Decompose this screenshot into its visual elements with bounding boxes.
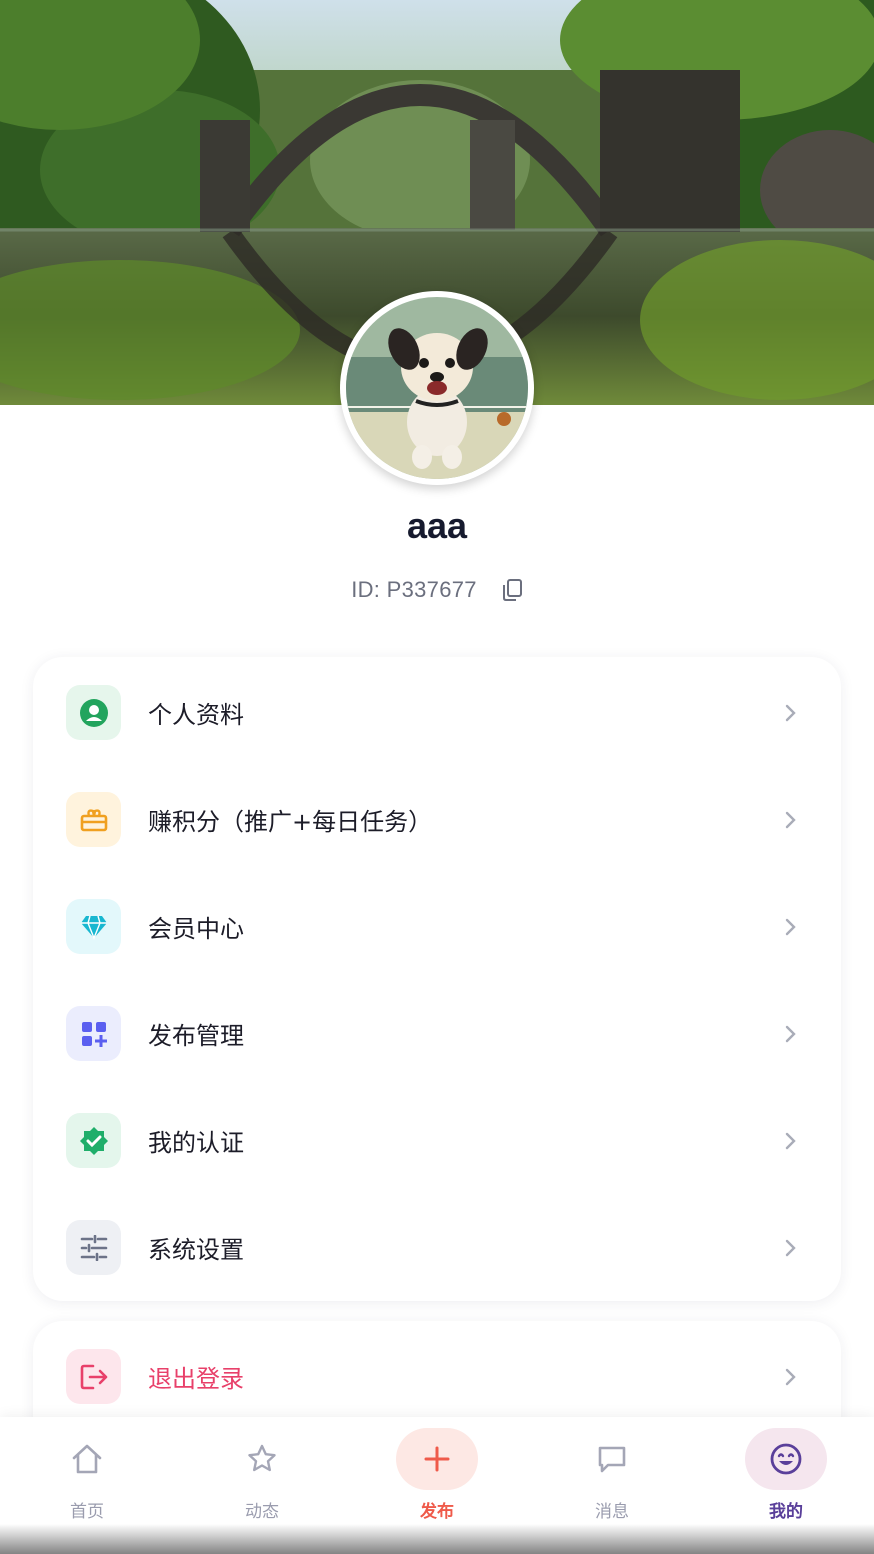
- username: aaa: [406, 505, 468, 546]
- nav-item-feed[interactable]: 动态: [175, 1417, 349, 1554]
- logout-label: 退出登录: [148, 1365, 244, 1393]
- nav-item-publish[interactable]: 发布: [350, 1417, 524, 1554]
- nav-label: 我的: [769, 1502, 803, 1522]
- smile-icon: [770, 1443, 802, 1475]
- nav-item-messages[interactable]: 消息: [525, 1417, 699, 1554]
- menu-item-profile[interactable]: 个人资料: [33, 659, 841, 766]
- avatar[interactable]: [340, 291, 534, 485]
- grid-plus-icon: [66, 1006, 121, 1061]
- menu-item-points[interactable]: 赚积分（推广+每日任务）: [33, 766, 841, 873]
- chevron-right-icon: [785, 918, 796, 935]
- chevron-right-icon: [785, 1025, 796, 1042]
- menu-label: 个人资料: [148, 701, 244, 729]
- menu-card: 个人资料 赚积分（推广+每日任务） 会员中心 发布管理 我的认证 系统设置: [33, 657, 841, 1301]
- nav-label: 动态: [245, 1502, 279, 1522]
- chevron-right-icon: [785, 811, 796, 828]
- chevron-right-icon: [785, 1132, 796, 1149]
- verified-badge-icon: [66, 1113, 121, 1168]
- gift-icon: [66, 792, 121, 847]
- user-id: ID: P337677: [351, 577, 477, 602]
- profile-page: aaa ID: P337677 个人资料 赚积分（推广+每日任务） 会员中心 发…: [0, 0, 874, 1554]
- menu-label: 赚积分（推广+每日任务）: [148, 808, 433, 836]
- nav-label: 首页: [70, 1502, 104, 1522]
- plus-icon: [424, 1446, 450, 1472]
- user-circle-icon: [66, 685, 121, 740]
- home-icon: [72, 1444, 102, 1474]
- bottom-nav: 首页 动态 发布 消息 我的: [0, 1417, 874, 1554]
- copy-icon[interactable]: [501, 578, 523, 602]
- sliders-icon: [66, 1220, 121, 1275]
- chat-icon: [598, 1446, 626, 1473]
- logout-icon: [66, 1349, 121, 1404]
- menu-label: 发布管理: [148, 1022, 244, 1050]
- menu-item-membership[interactable]: 会员中心: [33, 873, 841, 980]
- avatar-image: [346, 297, 528, 479]
- chevron-right-icon: [785, 704, 796, 721]
- chevron-right-icon: [785, 1239, 796, 1256]
- nav-item-me[interactable]: 我的: [699, 1417, 873, 1554]
- menu-item-settings[interactable]: 系统设置: [33, 1194, 841, 1301]
- nav-label: 发布: [420, 1502, 454, 1522]
- diamond-icon: [66, 899, 121, 954]
- logout-button[interactable]: 退出登录: [33, 1323, 841, 1430]
- nav-item-home[interactable]: 首页: [0, 1417, 174, 1554]
- menu-item-publish-management[interactable]: 发布管理: [33, 980, 841, 1087]
- star-icon: [248, 1444, 276, 1472]
- chevron-right-icon: [785, 1368, 796, 1385]
- menu-label: 我的认证: [148, 1129, 244, 1157]
- menu-item-verification[interactable]: 我的认证: [33, 1087, 841, 1194]
- menu-label: 系统设置: [148, 1236, 244, 1264]
- nav-label: 消息: [595, 1502, 629, 1522]
- user-id-row: ID: P337677: [0, 575, 874, 605]
- menu-label: 会员中心: [148, 915, 244, 943]
